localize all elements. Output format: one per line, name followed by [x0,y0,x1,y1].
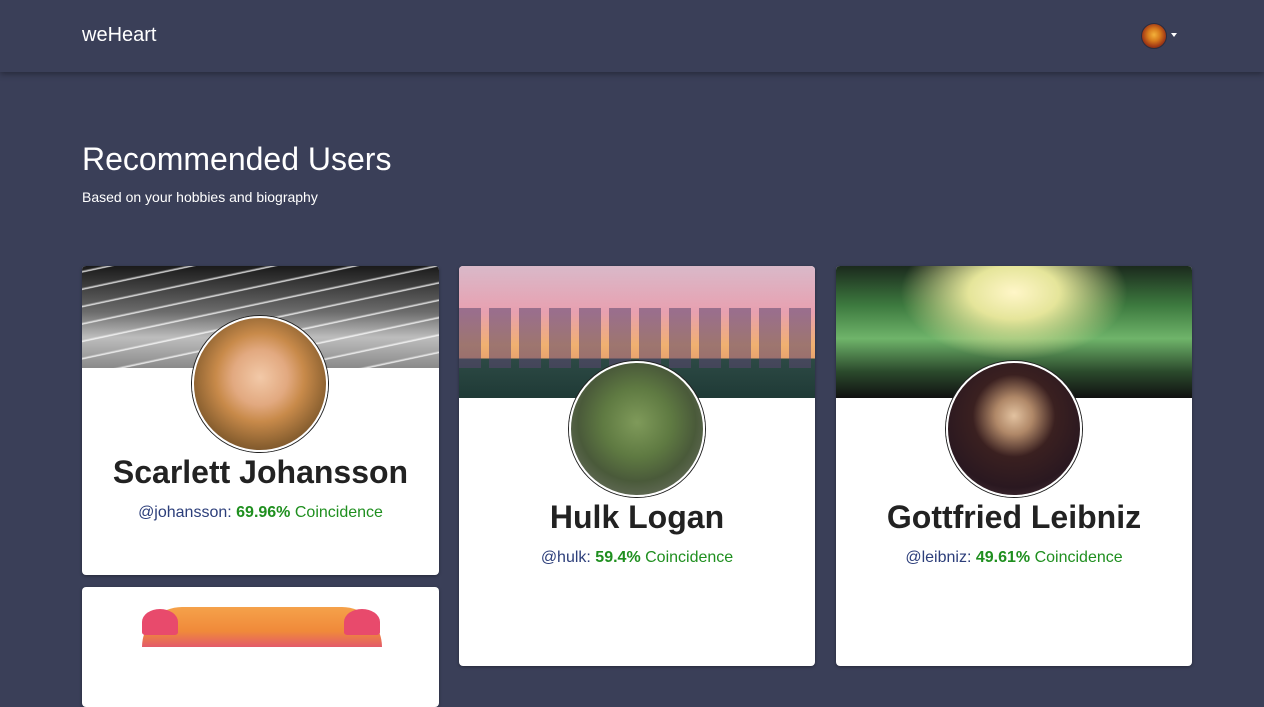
user-username: @hulk [540,549,587,566]
user-card-leibniz[interactable]: Gottfried Leibniz @leibniz: 49.61% Coinc… [836,266,1192,666]
username-separator: : [586,549,596,566]
user-username: @johansson [138,504,228,521]
coincidence-percent: 49.61% [975,549,1031,566]
user-username: @leibniz [905,549,967,566]
user-meta: @hulk: 59.4% Coincidence [459,549,815,567]
user-avatar [192,316,328,452]
city-skyline [459,308,815,368]
fox-ear-icon [344,609,380,635]
user-name: Scarlett Johansson [112,454,409,490]
user-meta: @leibniz: 49.61% Coincidence [836,549,1192,567]
coincidence-label: Coincidence [645,549,734,566]
user-card-fox[interactable] [82,587,439,707]
coincidence-label: Coincidence [294,504,383,521]
coincidence-percent: 59.4% [595,549,641,566]
username-separator: : [227,504,237,521]
username-separator: : [966,549,976,566]
brand-link[interactable]: weHeart [82,24,156,47]
user-name: Gottfried Leibniz [886,499,1142,535]
user-name: Hulk Logan [549,499,725,535]
user-menu-dropdown[interactable] [1141,23,1181,49]
user-card-hulk[interactable]: Hulk Logan @hulk: 59.4% Coincidence [459,266,815,666]
navbar: weHeart [0,0,1264,72]
coincidence-label: Coincidence [1034,549,1123,566]
coincidence-percent: 69.96% [236,504,291,521]
page-title: Recommended Users [82,141,392,177]
caret-down-icon [1171,33,1177,37]
user-card-johansson[interactable]: Scarlett Johansson @johansson: 69.96% Co… [82,266,439,575]
user-avatar [569,361,705,497]
page-subtitle: Based on your hobbies and biography [82,189,318,205]
fox-ear-icon [142,609,178,635]
user-meta: @johansson: 69.96% Coincidence [82,504,439,522]
user-avatar [946,361,1082,497]
user-avatar-icon [1141,23,1167,49]
